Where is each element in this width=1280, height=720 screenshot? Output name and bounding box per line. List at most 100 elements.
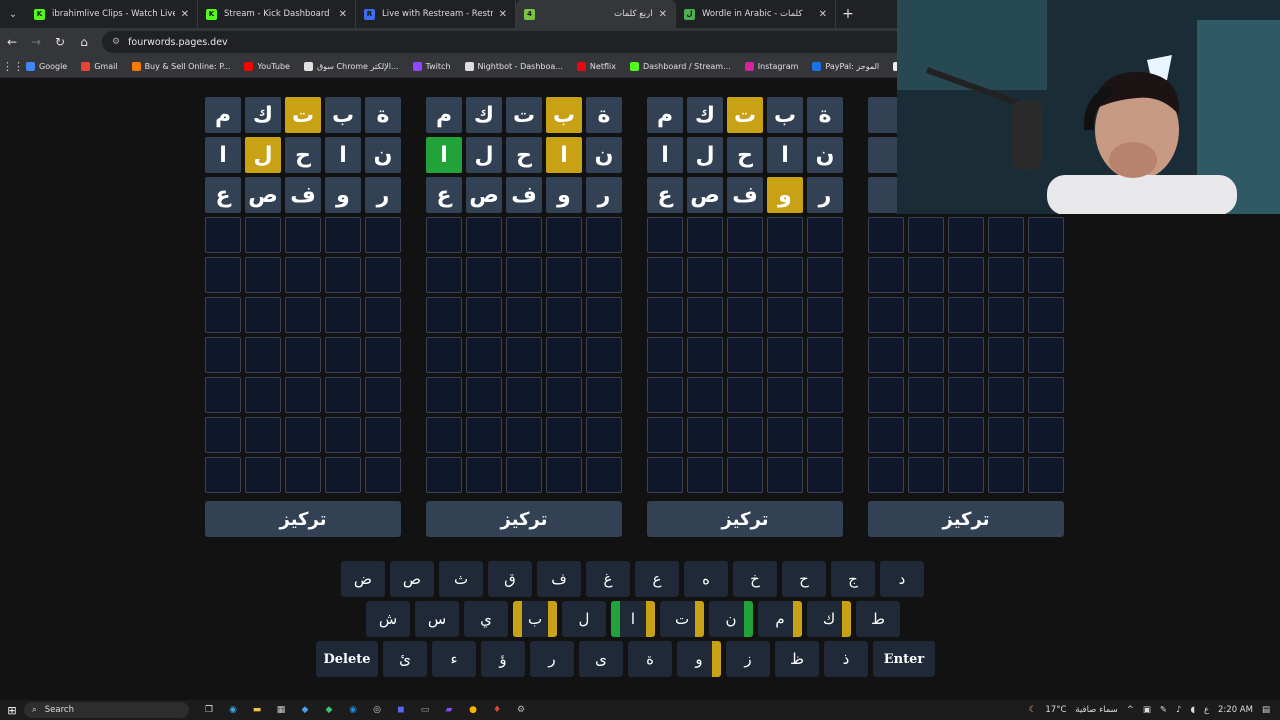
keyboard-key[interactable]: ش xyxy=(366,601,410,637)
bookmark-item[interactable]: Buy & Sell Online: P... xyxy=(131,62,230,71)
grid-cell xyxy=(908,337,944,373)
bookmark-item[interactable]: Dashboard / Stream... xyxy=(629,62,731,71)
keyboard-key[interactable]: ق xyxy=(488,561,532,597)
tab-close-icon[interactable]: ✕ xyxy=(181,9,189,20)
browser-tab[interactable]: 4 أربع كلمات ✕ xyxy=(516,0,676,28)
keyboard-key[interactable]: ه xyxy=(684,561,728,597)
keyboard-key[interactable]: ل xyxy=(562,601,606,637)
apps-grid-icon[interactable]: ⋮⋮ xyxy=(0,60,26,73)
notifications-icon[interactable]: ▤ xyxy=(1262,705,1270,715)
back-icon[interactable]: ← xyxy=(0,35,24,49)
new-tab-button[interactable]: + xyxy=(836,6,860,22)
tab-search-icon[interactable]: ⌄ xyxy=(0,0,26,28)
bookmark-item[interactable]: PayPal: الموجز xyxy=(812,62,879,71)
keyboard-key[interactable]: ت xyxy=(660,601,704,637)
grid-cell xyxy=(727,257,763,293)
edge-icon[interactable]: ◉ xyxy=(221,705,245,715)
app-icon-terminal[interactable]: ▭ xyxy=(413,705,437,715)
focus-button[interactable]: تركيز xyxy=(868,501,1064,537)
keyboard-key[interactable]: ذ xyxy=(824,641,868,677)
keyboard-key[interactable]: ج xyxy=(831,561,875,597)
keyboard-key[interactable]: ز xyxy=(726,641,770,677)
keyboard-key[interactable]: ح xyxy=(782,561,826,597)
bookmark-item[interactable]: Netflix xyxy=(576,62,616,71)
home-icon[interactable]: ⌂ xyxy=(72,35,96,49)
chrome-icon[interactable]: ● xyxy=(461,705,485,715)
taskbar-search[interactable]: ⌕ Search xyxy=(24,702,189,718)
app-icon-blue[interactable]: ◆ xyxy=(293,705,317,715)
keyboard-key[interactable]: ك xyxy=(807,601,851,637)
input-language[interactable]: ع xyxy=(1204,705,1209,715)
grid-cell xyxy=(426,377,462,413)
delete-key[interactable]: Delete xyxy=(316,641,378,677)
app-icon-edge2[interactable]: ◉ xyxy=(341,705,365,715)
keyboard-key[interactable]: م xyxy=(758,601,802,637)
keyboard-key[interactable]: و xyxy=(677,641,721,677)
keyboard-key[interactable]: ض xyxy=(341,561,385,597)
keyboard-key[interactable]: ظ xyxy=(775,641,819,677)
bookmark-list: Google Gmail Buy & Sell Online: P... YouTub… xyxy=(26,62,971,71)
task-view-icon[interactable]: ❐ xyxy=(197,705,221,715)
keyboard-key[interactable]: ف xyxy=(537,561,581,597)
tab-close-icon[interactable]: ✕ xyxy=(499,9,507,20)
browser-tab[interactable]: ل Wordle in Arabic - كلمات ✕ xyxy=(676,0,836,28)
keyboard-key[interactable]: ع xyxy=(635,561,679,597)
bookmark-item[interactable]: YouTube xyxy=(244,62,290,71)
settings-icon[interactable]: ⚙ xyxy=(509,705,533,715)
app-icon-obs[interactable]: ◎ xyxy=(365,705,389,715)
keyboard-key[interactable]: ن xyxy=(709,601,753,637)
tab-close-icon[interactable]: ✕ xyxy=(659,9,667,20)
address-bar[interactable]: ⚙ fourwords.pages.dev xyxy=(102,31,982,53)
tab-close-icon[interactable]: ✕ xyxy=(819,9,827,20)
keyboard-key[interactable]: ة xyxy=(628,641,672,677)
windows-start-icon[interactable]: ⊞ xyxy=(0,704,24,717)
grid-cell: ا xyxy=(546,137,582,173)
bookmark-item[interactable]: Gmail xyxy=(81,62,118,71)
keyboard-key[interactable]: ط xyxy=(856,601,900,637)
keyboard-key[interactable]: ث xyxy=(439,561,483,597)
browser-tab[interactable]: Kibrahimlive Clips - Watch Live c ✕ xyxy=(26,0,198,28)
browser-tab[interactable]: R Live with Restream - Restream ✕ xyxy=(356,0,516,28)
tray-chevron-icon[interactable]: ^ xyxy=(1127,705,1134,715)
keyboard-key[interactable]: ؤ xyxy=(481,641,525,677)
grid-cell xyxy=(807,217,843,253)
tab-close-icon[interactable]: ✕ xyxy=(339,9,347,20)
app-icon-green[interactable]: ◆ xyxy=(317,705,341,715)
keyboard-key[interactable]: ر xyxy=(530,641,574,677)
keyboard-key[interactable]: ص xyxy=(390,561,434,597)
enter-key[interactable]: Enter xyxy=(873,641,935,677)
discord-icon[interactable]: ◼ xyxy=(389,705,413,715)
focus-button[interactable]: تركيز xyxy=(647,501,843,537)
keyboard-key[interactable]: ئ xyxy=(383,641,427,677)
bookmark-item[interactable]: سوق Chrome الإلكتر... xyxy=(303,62,399,71)
reload-icon[interactable]: ↻ xyxy=(48,35,72,49)
focus-button[interactable]: تركيز xyxy=(426,501,622,537)
keyboard-key[interactable]: خ xyxy=(733,561,777,597)
keyboard-key[interactable]: ب xyxy=(513,601,557,637)
clock-time[interactable]: 2:20 AM xyxy=(1218,705,1253,715)
bookmark-item[interactable]: Google xyxy=(26,62,67,71)
mic-icon[interactable]: ♪ xyxy=(1176,705,1181,715)
keyboard-key[interactable]: غ xyxy=(586,561,630,597)
site-info-icon[interactable]: ⚙ xyxy=(112,37,120,47)
keyboard-key[interactable]: س xyxy=(415,601,459,637)
keyboard-key[interactable]: ء xyxy=(432,641,476,677)
forward-icon[interactable]: → xyxy=(24,35,48,49)
bookmark-item[interactable]: Nightbot - Dashboa... xyxy=(464,62,563,71)
keyboard-key[interactable]: د xyxy=(880,561,924,597)
app-icon-red[interactable]: ♦ xyxy=(485,705,509,715)
pen-icon[interactable]: ✎ xyxy=(1160,705,1167,715)
file-explorer-icon[interactable]: ▬ xyxy=(245,705,269,715)
keyboard-key[interactable]: ا xyxy=(611,601,655,637)
store-icon[interactable]: ▦ xyxy=(269,705,293,715)
browser-tab[interactable]: K Stream - Kick Dashboard ✕ xyxy=(198,0,356,28)
grid-cell xyxy=(325,457,361,493)
bookmark-item[interactable]: Twitch xyxy=(412,62,451,71)
focus-button[interactable]: تركيز xyxy=(205,501,401,537)
keyboard-key[interactable]: ى xyxy=(579,641,623,677)
app-icon-purple[interactable]: ▰ xyxy=(437,705,461,715)
volume-icon[interactable]: ◖ xyxy=(1190,705,1194,715)
keyboard-key[interactable]: ي xyxy=(464,601,508,637)
tray-app-icon[interactable]: ▣ xyxy=(1143,705,1151,715)
bookmark-item[interactable]: Instagram xyxy=(744,62,798,71)
